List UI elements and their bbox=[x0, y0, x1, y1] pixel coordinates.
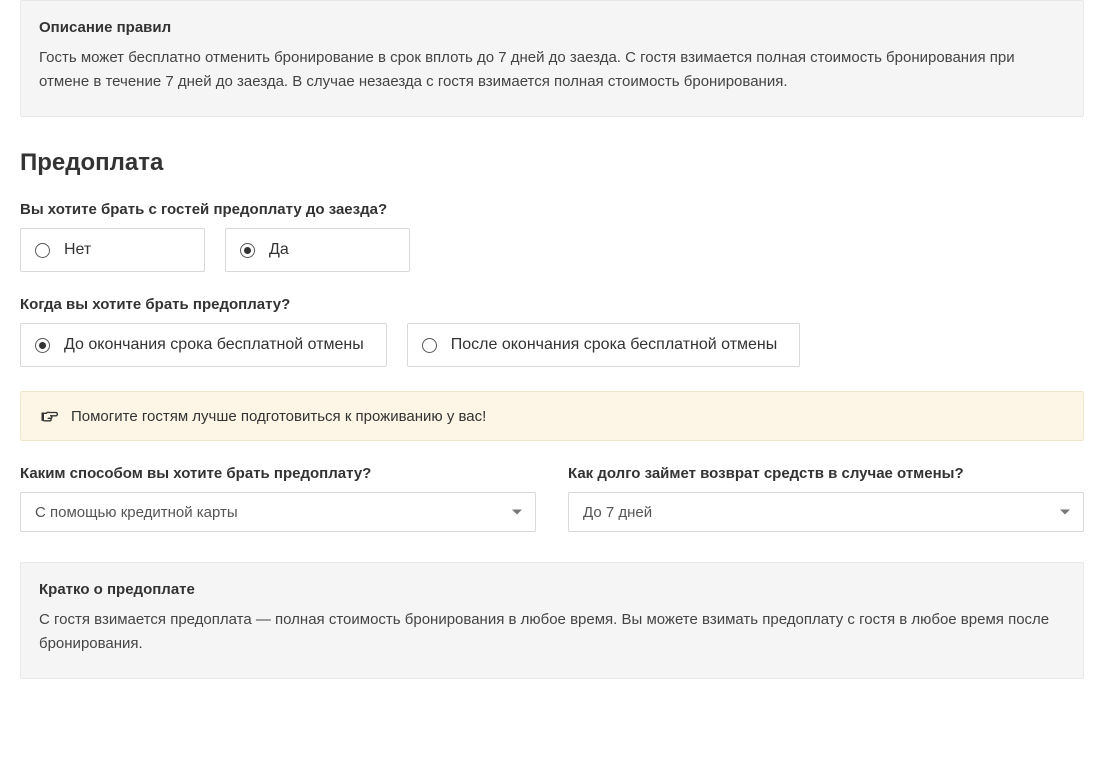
prepay-method-label: Каким способом вы хотите брать предоплат… bbox=[20, 465, 536, 482]
when-prepayment-option-before[interactable]: До окончания срока бесплатной отмены bbox=[20, 323, 387, 367]
hint-banner: Помогите гостям лучше подготовиться к пр… bbox=[20, 391, 1084, 441]
rules-description-panel: Описание правил Гость может бесплатно от… bbox=[20, 0, 1084, 117]
take-prepayment-label: Вы хотите брать с гостей предоплату до з… bbox=[20, 201, 1084, 218]
radio-label: Да bbox=[269, 241, 289, 259]
when-prepayment-option-after[interactable]: После окончания срока бесплатной отмены bbox=[407, 323, 800, 367]
radio-label: Нет bbox=[64, 241, 91, 259]
prepayment-summary-title: Кратко о предоплате bbox=[39, 581, 1065, 598]
radio-icon bbox=[240, 243, 255, 258]
refund-time-group: Как долго займет возврат средств в случа… bbox=[568, 465, 1084, 532]
select-row: Каким способом вы хотите брать предоплат… bbox=[20, 465, 1084, 532]
prepayment-summary-body: С гостя взимается предоплата — полная ст… bbox=[39, 608, 1065, 656]
refund-time-select[interactable]: До 7 дней bbox=[568, 492, 1084, 532]
radio-icon bbox=[422, 338, 437, 353]
hand-point-right-icon bbox=[39, 406, 59, 426]
take-prepayment-option-no[interactable]: Нет bbox=[20, 228, 205, 272]
radio-icon bbox=[35, 338, 50, 353]
hint-text: Помогите гостям лучше подготовиться к пр… bbox=[71, 408, 486, 425]
radio-icon bbox=[35, 243, 50, 258]
take-prepayment-radio-group: Нет Да bbox=[20, 228, 1084, 272]
prepayment-summary-panel: Кратко о предоплате С гостя взимается пр… bbox=[20, 562, 1084, 679]
when-prepayment-radio-group: До окончания срока бесплатной отмены Пос… bbox=[20, 323, 1084, 367]
rules-description-body: Гость может бесплатно отменить бронирова… bbox=[39, 46, 1065, 94]
radio-label: До окончания срока бесплатной отмены bbox=[64, 336, 364, 354]
take-prepayment-option-yes[interactable]: Да bbox=[225, 228, 410, 272]
refund-time-label: Как долго займет возврат средств в случа… bbox=[568, 465, 1084, 482]
prepay-method-select[interactable]: С помощью кредитной карты bbox=[20, 492, 536, 532]
prepay-method-group: Каким способом вы хотите брать предоплат… bbox=[20, 465, 536, 532]
when-prepayment-label: Когда вы хотите брать предоплату? bbox=[20, 296, 1084, 313]
radio-label: После окончания срока бесплатной отмены bbox=[451, 336, 777, 354]
rules-description-title: Описание правил bbox=[39, 19, 1065, 36]
prepayment-section-title: Предоплата bbox=[20, 149, 1084, 177]
